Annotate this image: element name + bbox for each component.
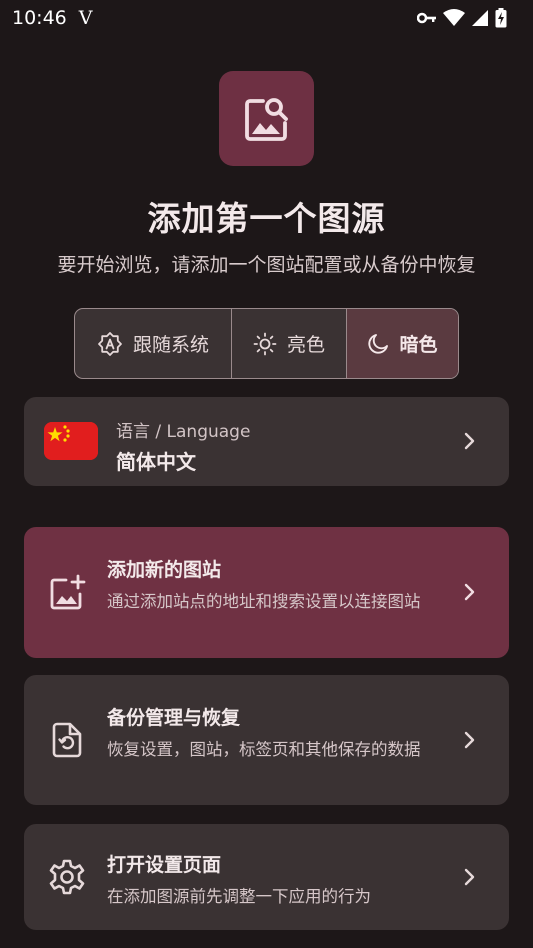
page-subtitle: 要开始浏览，请添加一个图站配置或从备份中恢复 — [57, 254, 476, 276]
status-time: 10:46 — [12, 7, 67, 29]
gear-icon — [49, 859, 85, 895]
chevron-right-icon — [464, 868, 475, 886]
card-title: 添加新的图站 — [107, 559, 222, 581]
auto-theme-icon — [98, 331, 122, 356]
theme-option-system[interactable]: 跟随系统 — [75, 309, 231, 378]
card-title: 备份管理与恢复 — [107, 707, 241, 729]
china-flag-icon — [44, 422, 98, 460]
language-card[interactable]: 语言 / Language 简体中文 — [24, 397, 509, 486]
language-label: 语言 / Language — [116, 422, 251, 442]
card-description: 在添加图源前先调整一下应用的行为 — [107, 887, 371, 906]
theme-option-label: 跟随系统 — [132, 334, 209, 356]
chevron-right-icon — [464, 583, 475, 601]
wifi-icon — [443, 9, 465, 26]
add-photo-icon — [50, 574, 86, 610]
page-title: 添加第一个图源 — [147, 199, 386, 238]
card-description: 恢复设置，图站，标签页和其他保存的数据 — [107, 740, 421, 759]
theme-selector: 跟随系统 亮色 暗色 — [74, 308, 459, 379]
battery-charging-icon — [495, 8, 507, 28]
signal-icon — [472, 10, 488, 26]
add-site-card[interactable]: 添加新的图站 通过添加站点的地址和搜索设置以连接图站 — [24, 527, 509, 658]
vpn-key-icon — [417, 12, 436, 24]
restore-file-icon — [52, 722, 82, 758]
backup-restore-card[interactable]: 备份管理与恢复 恢复设置，图站，标签页和其他保存的数据 — [24, 675, 509, 805]
image-search-icon — [219, 71, 314, 166]
sun-icon — [253, 332, 277, 355]
theme-option-dark[interactable]: 暗色 — [346, 309, 458, 378]
status-bar: 10:46 V — [0, 0, 533, 36]
language-value: 简体中文 — [116, 450, 196, 474]
card-title: 打开设置页面 — [107, 854, 222, 876]
card-description: 通过添加站点的地址和搜索设置以连接图站 — [107, 592, 421, 611]
theme-option-label: 暗色 — [399, 334, 438, 356]
chevron-right-icon — [464, 432, 475, 450]
theme-option-light[interactable]: 亮色 — [231, 309, 346, 378]
notification-icon: V — [78, 7, 93, 29]
settings-card[interactable]: 打开设置页面 在添加图源前先调整一下应用的行为 — [24, 824, 509, 930]
chevron-right-icon — [464, 731, 475, 749]
theme-option-label: 亮色 — [286, 334, 325, 356]
moon-icon — [368, 333, 389, 354]
